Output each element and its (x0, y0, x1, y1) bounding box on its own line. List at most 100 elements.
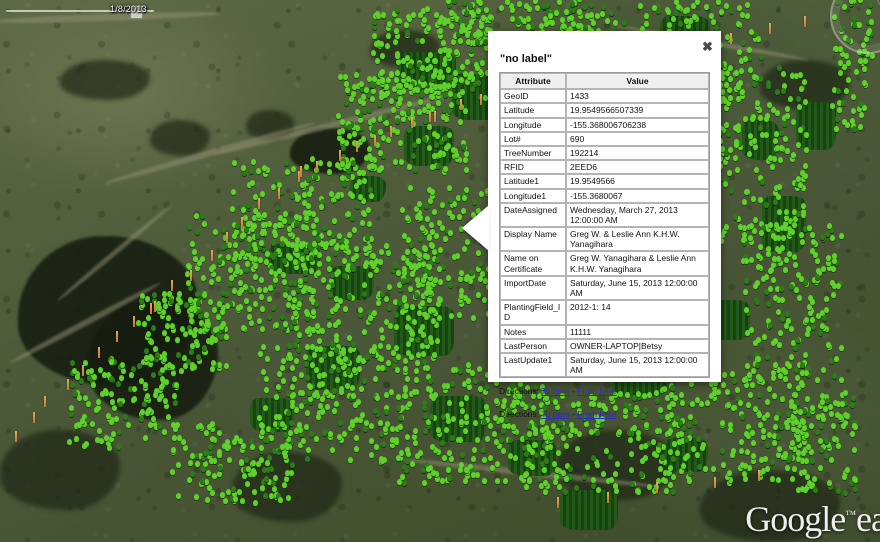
column-header-value: Value (566, 73, 709, 89)
post-placemark[interactable] (434, 111, 436, 122)
cell-value: 11111 (566, 325, 709, 339)
post-placemark[interactable] (226, 232, 228, 243)
cell-attribute: Longitude1 (500, 189, 566, 203)
cell-value: 690 (566, 132, 709, 146)
post-placemark[interactable] (171, 280, 173, 291)
cell-attribute: LastPerson (500, 339, 566, 353)
cell-attribute: Lot# (500, 132, 566, 146)
post-placemark[interactable] (241, 217, 243, 228)
table-row: RFID2EED6 (500, 160, 709, 174)
cell-value: 19.9549566 (566, 174, 709, 188)
directions-to-here-link[interactable]: To here (541, 409, 569, 419)
post-placemark[interactable] (133, 316, 135, 327)
placemark-info-balloon[interactable]: ✖ "no label" Attribute Value GeoID1433La… (488, 31, 721, 382)
cell-attribute: Latitude (500, 103, 566, 117)
post-placemark[interactable] (374, 135, 376, 146)
table-row: Latitude19.9549566507339 (500, 103, 709, 117)
directions-host: Directions: To here - From hereDirection… (488, 386, 721, 419)
earth-wordmark-clipped: ea (856, 499, 880, 539)
post-placemark[interactable] (480, 94, 482, 105)
directions-from-here-link[interactable]: From here (577, 409, 616, 419)
directions-to-here-link[interactable]: To here (541, 386, 569, 396)
post-placemark[interactable] (316, 161, 318, 172)
cell-value: Greg W. & Leslie Ann K.H.W. Yanagihara (566, 227, 709, 251)
post-placemark[interactable] (44, 396, 46, 407)
attribute-value-table: Attribute Value GeoID1433Latitude19.9549… (499, 72, 710, 378)
cell-value: Saturday, June 15, 2013 12:00:00 AM (566, 276, 709, 300)
cell-attribute: Notes (500, 325, 566, 339)
post-placemark[interactable] (278, 188, 280, 199)
directions-row: Directions: To here - From here (499, 409, 721, 419)
trademark-symbol: ™ (845, 509, 856, 521)
cell-attribute: RFID (500, 160, 566, 174)
cell-attribute: LastUpdate1 (500, 353, 566, 377)
table-row: Latitude119.9549566 (500, 174, 709, 188)
cell-attribute: Name on Certificate (500, 251, 566, 275)
post-placemark[interactable] (429, 111, 431, 122)
post-placemark[interactable] (339, 150, 341, 161)
historical-imagery-slider[interactable]: 1/8/2013 (0, 4, 160, 18)
cell-attribute: GeoID (500, 89, 566, 103)
table-row: TreeNumber192214 (500, 146, 709, 160)
post-placemark[interactable] (190, 270, 192, 281)
cell-value: 192214 (566, 146, 709, 160)
post-placemark[interactable] (730, 33, 732, 44)
post-placemark[interactable] (116, 331, 118, 342)
table-body: GeoID1433Latitude19.9549566507339Longitu… (500, 89, 709, 377)
table-row: LastPersonOWNER-LAPTOP|Betsy (500, 339, 709, 353)
cell-value: -155.368006706238 (566, 118, 709, 132)
post-placemark[interactable] (607, 492, 609, 503)
table-row: PlantingField_ID2012-1: 14 (500, 300, 709, 324)
cell-value: OWNER-LAPTOP|Betsy (566, 339, 709, 353)
post-placemark[interactable] (33, 412, 35, 423)
post-placemark[interactable] (82, 365, 84, 376)
balloon-pointer-tail (462, 205, 489, 251)
cell-value: Greg W. Yanagihara & Leslie Ann K.H.W. Y… (566, 251, 709, 275)
cell-attribute: PlantingField_ID (500, 300, 566, 324)
post-placemark[interactable] (154, 301, 156, 312)
post-placemark[interactable] (150, 303, 152, 314)
table-row: Name on CertificateGreg W. Yanagihara & … (500, 251, 709, 275)
post-placemark[interactable] (769, 23, 771, 34)
close-icon[interactable]: ✖ (700, 39, 715, 54)
post-placemark[interactable] (557, 497, 559, 508)
post-placemark[interactable] (460, 99, 462, 110)
table-header-row: Attribute Value (500, 73, 709, 89)
column-header-attribute: Attribute (500, 73, 566, 89)
table-row: ImportDateSaturday, June 15, 2013 12:00:… (500, 276, 709, 300)
post-placemark[interactable] (758, 470, 760, 481)
post-placemark-layer[interactable] (0, 0, 880, 542)
table-row: DateAssignedWednesday, March 27, 2013 12… (500, 203, 709, 227)
cell-value: 2EED6 (566, 160, 709, 174)
post-placemark[interactable] (67, 379, 69, 390)
cell-attribute: DateAssigned (500, 203, 566, 227)
post-placemark[interactable] (411, 117, 413, 128)
cell-attribute: Display Name (500, 227, 566, 251)
directions-from-here-link[interactable]: From here (577, 386, 616, 396)
post-placemark[interactable] (390, 126, 392, 137)
cell-attribute: TreeNumber (500, 146, 566, 160)
table-row: Longitude1-155.3680067 (500, 189, 709, 203)
post-placemark[interactable] (714, 477, 716, 488)
post-placemark[interactable] (656, 482, 658, 493)
post-placemark[interactable] (211, 250, 213, 261)
table-row: Display NameGreg W. & Leslie Ann K.H.W. … (500, 227, 709, 251)
table-row: Lot#690 (500, 132, 709, 146)
post-placemark[interactable] (356, 141, 358, 152)
navigation-look-joystick[interactable] (876, 0, 880, 12)
cell-value: 2012-1: 14 (566, 300, 709, 324)
imagery-date-label: 1/8/2013 (110, 4, 147, 14)
post-placemark[interactable] (804, 16, 806, 27)
balloon-title: "no label" (500, 53, 721, 65)
post-placemark[interactable] (15, 431, 17, 442)
table-row: Notes11111 (500, 325, 709, 339)
table-row: Longitude-155.368006706238 (500, 118, 709, 132)
post-placemark[interactable] (258, 198, 260, 209)
post-placemark[interactable] (300, 166, 302, 177)
cell-value: -155.3680067 (566, 189, 709, 203)
cell-attribute: Latitude1 (500, 174, 566, 188)
google-earth-viewport[interactable]: 1/8/2013 Google™ea ✖ "no label" Attribut… (0, 0, 880, 542)
table-row: GeoID1433 (500, 89, 709, 103)
cell-value: 1433 (566, 89, 709, 103)
post-placemark[interactable] (98, 347, 100, 358)
